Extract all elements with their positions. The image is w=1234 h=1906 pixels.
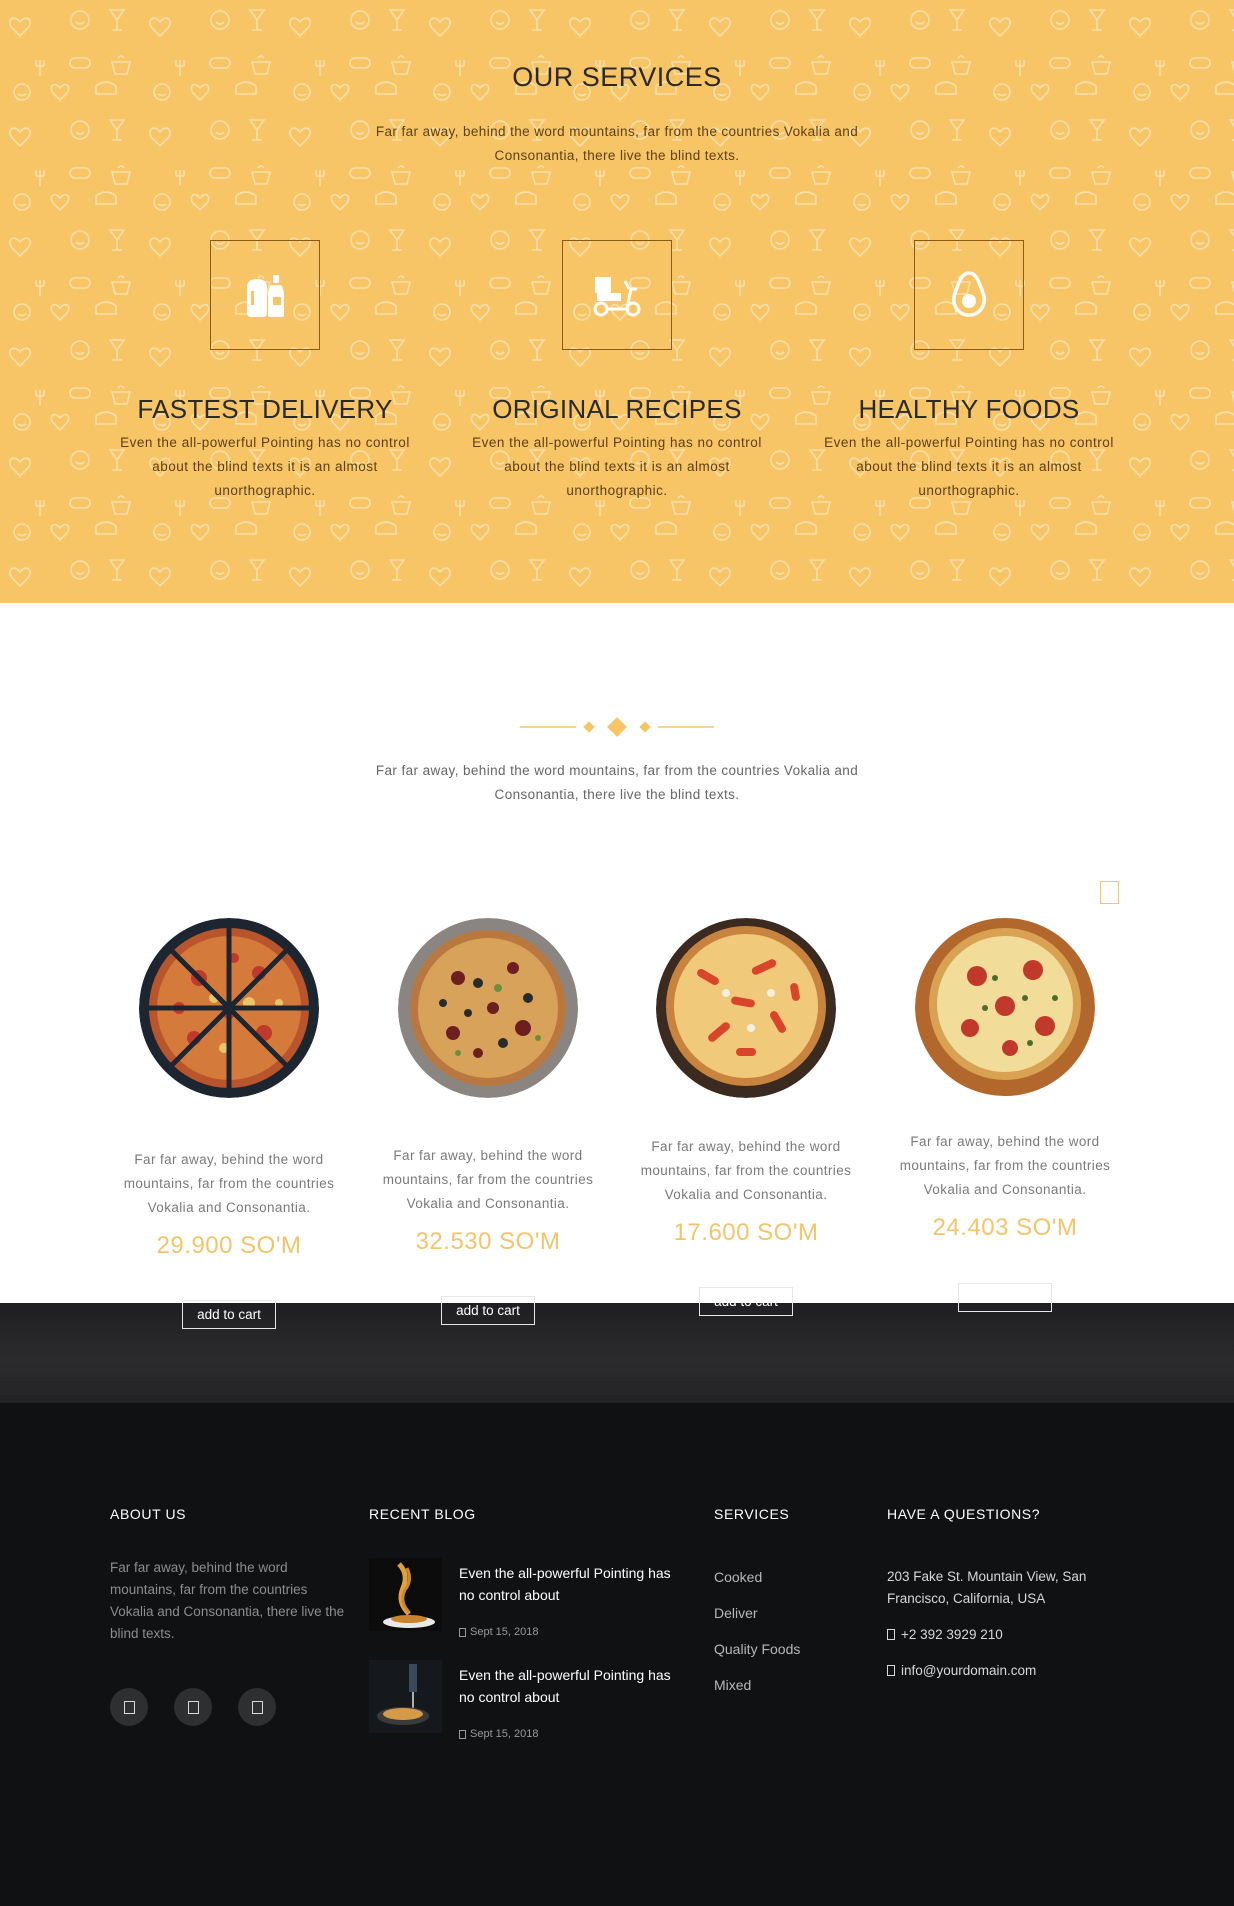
services-title: OUR SERVICES (512, 62, 722, 92)
menu-section: Far far away, behind the word mountains,… (0, 603, 1234, 1303)
pizza-image (139, 918, 319, 1098)
blog-post-title[interactable]: Even the all-powerful Pointing has no co… (459, 1664, 689, 1708)
footer-link-deliver[interactable]: Deliver (714, 1605, 758, 1621)
footer: ABOUT US Far far away, behind the word m… (0, 1403, 1234, 1906)
footer-about-text: Far far away, behind the word mountains,… (110, 1560, 345, 1641)
product-card: Far far away, behind the word mountains,… (363, 918, 613, 1256)
calendar-icon (459, 1627, 466, 1637)
blog-thumbnail (369, 1558, 442, 1631)
service-title: HEALTHY FOODS (858, 394, 1080, 424)
service-text: Even the all-powerful Pointing has no co… (472, 435, 762, 498)
calendar-icon (459, 1729, 466, 1739)
product-description: Far far away, behind the word mountains,… (640, 1139, 852, 1202)
footer-link-cooked[interactable]: Cooked (714, 1569, 762, 1585)
diamond-divider (520, 717, 714, 737)
pizza-image (656, 918, 836, 1098)
twitter-icon[interactable] (110, 1688, 148, 1726)
phone-icon (887, 1629, 895, 1640)
delivery-scooter-icon (593, 277, 641, 317)
add-to-cart-button[interactable]: add to cart (182, 1300, 276, 1329)
bread-bottle-icon (247, 275, 284, 317)
product-card: Far far away, behind the word mountains,… (621, 918, 871, 1247)
blog-post[interactable]: Even the all-powerful Pointing has no co… (369, 1660, 689, 1740)
services-section: OUR SERVICES Far far away, behind the wo… (0, 0, 1234, 603)
product-card: Far far away, behind the word mountains,… (104, 918, 354, 1260)
bookmark-icon[interactable] (1100, 881, 1119, 904)
menu-subtitle: Far far away, behind the word mountains,… (375, 763, 859, 802)
facebook-icon[interactable] (174, 1688, 212, 1726)
service-original-recipes: ORIGINAL RECIPES Even the all-powerful P… (457, 240, 777, 503)
product-description: Far far away, behind the word mountains,… (899, 1134, 1111, 1197)
footer-link-quality-foods[interactable]: Quality Foods (714, 1641, 800, 1657)
service-icon-box (914, 240, 1024, 350)
footer-blog-heading: RECENT BLOG (369, 1506, 476, 1522)
blog-post[interactable]: Even the all-powerful Pointing has no co… (369, 1558, 689, 1638)
product-price: 24.403 SO'M (932, 1214, 1078, 1241)
instagram-icon[interactable] (238, 1688, 276, 1726)
product-card: Far far away, behind the word mountains,… (880, 918, 1130, 1242)
avocado-icon (952, 271, 986, 317)
blog-thumbnail (369, 1660, 442, 1733)
services-subtitle: Far far away, behind the word mountains,… (375, 124, 859, 163)
blog-post-date: Sept 15, 2018 (459, 1728, 539, 1740)
service-icon-box (210, 240, 320, 350)
service-text: Even the all-powerful Pointing has no co… (120, 435, 410, 498)
blog-post-title[interactable]: Even the all-powerful Pointing has no co… (459, 1562, 689, 1606)
service-text: Even the all-powerful Pointing has no co… (824, 435, 1114, 498)
footer-about-heading: ABOUT US (110, 1506, 187, 1522)
service-fastest-delivery: FASTEST DELIVERY Even the all-powerful P… (105, 240, 425, 503)
footer-services-heading: SERVICES (714, 1506, 790, 1522)
contact-address: 203 Fake St. Mountain View, San Francisc… (887, 1569, 1087, 1606)
pizza-image (915, 918, 1095, 1098)
footer-link-mixed[interactable]: Mixed (714, 1677, 751, 1693)
product-description: Far far away, behind the word mountains,… (123, 1152, 335, 1215)
email-icon (887, 1665, 895, 1676)
service-icon-box (562, 240, 672, 350)
pizza-image (398, 918, 578, 1098)
contact-email[interactable]: info@yourdomain.com (887, 1660, 1127, 1682)
product-description: Far far away, behind the word mountains,… (382, 1148, 594, 1211)
service-title: FASTEST DELIVERY (137, 394, 393, 424)
service-healthy-foods: HEALTHY FOODS Even the all-powerful Poin… (809, 240, 1129, 503)
service-title: ORIGINAL RECIPES (492, 394, 742, 424)
footer-contact-heading: HAVE A QUESTIONS? (887, 1506, 1041, 1522)
contact-phone[interactable]: +2 392 3929 210 (887, 1624, 1127, 1646)
overlap-spacer (0, 1240, 1234, 1303)
blog-post-date: Sept 15, 2018 (459, 1626, 539, 1638)
